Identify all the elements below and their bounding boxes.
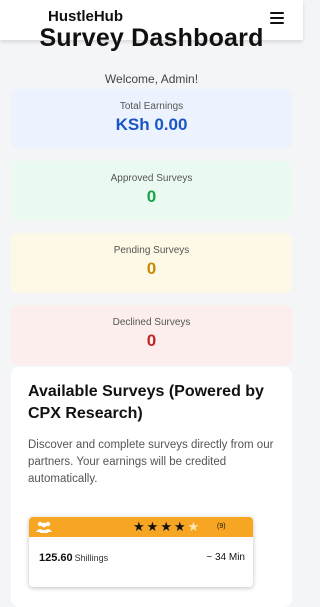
brand-logo[interactable]: HustleHub [48,8,123,25]
stat-value: 0 [146,259,157,278]
panel-description: Discover and complete surveys directly f… [28,439,274,485]
hamburger-menu-icon[interactable] [270,12,284,24]
approved-surveys-card: Approved Surveys 0 [11,161,292,221]
pending-surveys-card: Pending Surveys 0 [11,233,292,293]
stat-value: KSh 0.00 [115,115,188,134]
stat-value: 0 [146,187,157,206]
star-icon: ★ [146,519,161,534]
declined-surveys-card: Declined Surveys 0 [11,305,292,365]
offer-header: ★★★★★ (9) [29,517,253,537]
users-icon [36,521,52,533]
stat-label: Declined Surveys [112,317,191,328]
available-surveys-panel: Available Surveys (Powered by CPX Resear… [11,367,292,607]
stat-label: Pending Surveys [113,245,190,256]
offer-duration: ~ 34 Min [206,552,245,563]
survey-offer-card[interactable]: ★★★★★ (9) 125.60 Shillings ~ 34 Min [29,517,253,587]
stat-value: 0 [146,331,157,350]
star-icon: ★ [133,519,147,534]
panel-title: Available Surveys (Powered by CPX Resear… [28,383,264,422]
review-count: (9) [217,523,226,530]
star-rating: ★★★★★ [133,519,201,535]
star-empty-icon: ★ [187,519,202,534]
offer-reward: 125.60 Shillings [39,552,108,564]
total-earnings-card: Total Earnings KSh 0.00 [11,89,292,149]
page-title: Survey Dashboard [39,24,264,52]
star-icon: ★ [160,519,174,534]
stat-label: Approved Surveys [110,173,193,184]
star-icon: ★ [173,519,188,534]
offer-amount: 125.60 [39,552,73,564]
welcome-message: Welcome, Admin! [104,72,199,86]
offer-unit: Shillings [74,553,109,563]
stat-label: Total Earnings [119,101,184,112]
